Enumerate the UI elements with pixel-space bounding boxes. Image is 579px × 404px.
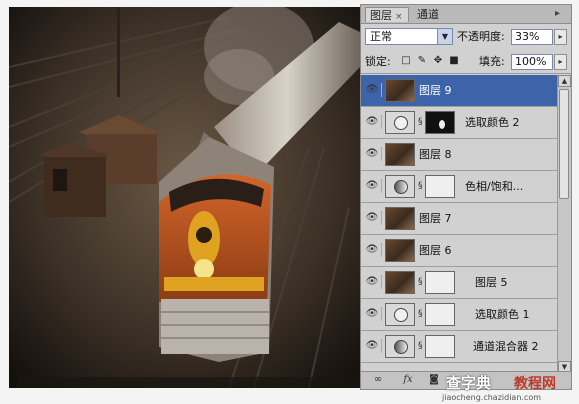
watermark: 查字典 教程网 jiaocheng.chazidian.com xyxy=(440,372,575,404)
mask-thumbnail[interactable] xyxy=(425,175,455,198)
mask-thumbnail[interactable] xyxy=(425,303,455,326)
fx-icon[interactable]: fx xyxy=(401,374,415,386)
link-icon: § xyxy=(418,341,423,351)
panel-tabs: 图层 × 通道 ▸ xyxy=(361,5,571,24)
layer-row[interactable]: 👁 图层 8 xyxy=(361,139,557,171)
layer-name: 图层 6 xyxy=(419,244,452,257)
layers-scrollbar[interactable]: ▲ ▼ xyxy=(557,75,571,373)
layer-thumbnail xyxy=(385,143,415,166)
eye-icon[interactable]: 👁 xyxy=(363,211,382,225)
train-photo xyxy=(9,7,360,388)
opacity-label: 不透明度: xyxy=(457,30,505,43)
tab-layers[interactable]: 图层 × xyxy=(365,7,409,22)
tab-channels[interactable]: 通道 xyxy=(413,7,449,22)
fill-label: 填充: xyxy=(479,55,505,68)
eye-icon[interactable]: 👁 xyxy=(363,243,382,257)
adjustment-thumbnail xyxy=(385,175,415,198)
layer-name: 选取颜色 1 xyxy=(475,308,530,321)
fill-slider-button[interactable]: ▸ xyxy=(554,54,567,70)
layer-row[interactable]: 👁 § 色相/饱和... xyxy=(361,171,557,203)
layer-row[interactable]: 👁 图层 9 xyxy=(361,75,557,107)
layer-name: 色相/饱和... xyxy=(465,180,524,193)
scroll-thumb[interactable] xyxy=(559,89,569,199)
layer-thumbnail xyxy=(385,207,415,230)
lock-paint-icon[interactable]: ✎ xyxy=(416,55,428,67)
eye-icon[interactable]: 👁 xyxy=(363,307,382,321)
layer-name: 图层 9 xyxy=(419,84,452,97)
lock-transparent-icon[interactable]: □ xyxy=(400,55,412,67)
layers-list: 👁 图层 9 👁 § 选取颜色 2 👁 图层 8 👁 § 色相/饱和... 👁 xyxy=(361,75,557,373)
layer-row[interactable]: 👁 § 图层 5 xyxy=(361,267,557,299)
layer-name: 图层 7 xyxy=(419,212,452,225)
watermark-text: 查字典 xyxy=(446,374,492,392)
tab-channels-label: 通道 xyxy=(417,8,439,21)
eye-icon[interactable]: 👁 xyxy=(363,179,382,193)
eye-icon[interactable]: 👁 xyxy=(363,147,382,161)
opacity-slider-button[interactable]: ▸ xyxy=(554,29,567,45)
panel-menu-icon[interactable]: ▸ xyxy=(555,8,567,20)
eye-icon[interactable]: 👁 xyxy=(363,339,382,353)
layer-row[interactable]: 👁 § 通道混合器 2 xyxy=(361,331,557,363)
link-icon: § xyxy=(418,277,423,287)
lock-move-icon[interactable]: ✥ xyxy=(432,55,444,67)
lock-all-icon[interactable]: ■ xyxy=(448,55,460,67)
adjustment-thumbnail xyxy=(385,111,415,134)
opacity-input[interactable]: 33% xyxy=(511,29,553,45)
chevron-down-icon[interactable]: ▼ xyxy=(437,29,452,44)
mask-thumbnail[interactable] xyxy=(425,111,455,134)
eye-icon[interactable]: 👁 xyxy=(363,275,382,289)
layer-name: 通道混合器 2 xyxy=(473,340,539,353)
layer-name: 图层 8 xyxy=(419,148,452,161)
layer-name: 图层 5 xyxy=(475,276,508,289)
link-layers-icon[interactable]: ∞ xyxy=(371,374,385,386)
adjustment-thumbnail xyxy=(385,335,415,358)
layer-row[interactable]: 👁 § 选取颜色 2 xyxy=(361,107,557,139)
link-icon: § xyxy=(418,117,423,127)
layer-thumbnail xyxy=(385,79,415,102)
layer-thumbnail xyxy=(385,239,415,262)
layer-name: 选取颜色 2 xyxy=(465,116,520,129)
layer-thumbnail xyxy=(385,271,415,294)
mask-thumbnail[interactable] xyxy=(425,335,455,358)
mask-thumbnail[interactable] xyxy=(425,271,455,294)
scroll-up-icon[interactable]: ▲ xyxy=(558,75,571,87)
lock-label: 锁定: xyxy=(365,55,391,68)
layers-panel: 图层 × 通道 ▸ 正常 ▼ 不透明度: 33% ▸ 锁定: □ ✎ ✥ ■ 填充… xyxy=(360,4,572,390)
blend-mode-select[interactable]: 正常 ▼ xyxy=(365,28,453,45)
eye-icon[interactable]: 👁 xyxy=(363,115,382,129)
adjustment-thumbnail xyxy=(385,303,415,326)
watermark-url: jiaocheng.chazidian.com xyxy=(442,393,542,402)
layer-row[interactable]: 👁 图层 6 xyxy=(361,235,557,267)
lock-fill-row: 锁定: □ ✎ ✥ ■ 填充: 100% ▸ xyxy=(361,51,571,74)
layer-row[interactable]: 👁 § 选取颜色 1 xyxy=(361,299,557,331)
eye-icon[interactable]: 👁 xyxy=(363,83,382,97)
link-icon: § xyxy=(418,181,423,191)
close-icon[interactable]: × xyxy=(395,12,403,22)
layer-row[interactable]: 👁 图层 7 xyxy=(361,203,557,235)
tab-layers-label: 图层 xyxy=(370,9,392,22)
fill-input[interactable]: 100% xyxy=(511,54,553,70)
blend-mode-value: 正常 xyxy=(370,30,392,43)
watermark-brand: 教程网 xyxy=(514,376,556,392)
blend-opacity-row: 正常 ▼ 不透明度: 33% ▸ xyxy=(361,25,571,49)
link-icon: § xyxy=(418,309,423,319)
mask-icon[interactable]: ◙ xyxy=(427,374,441,386)
canvas-image[interactable] xyxy=(9,7,360,388)
